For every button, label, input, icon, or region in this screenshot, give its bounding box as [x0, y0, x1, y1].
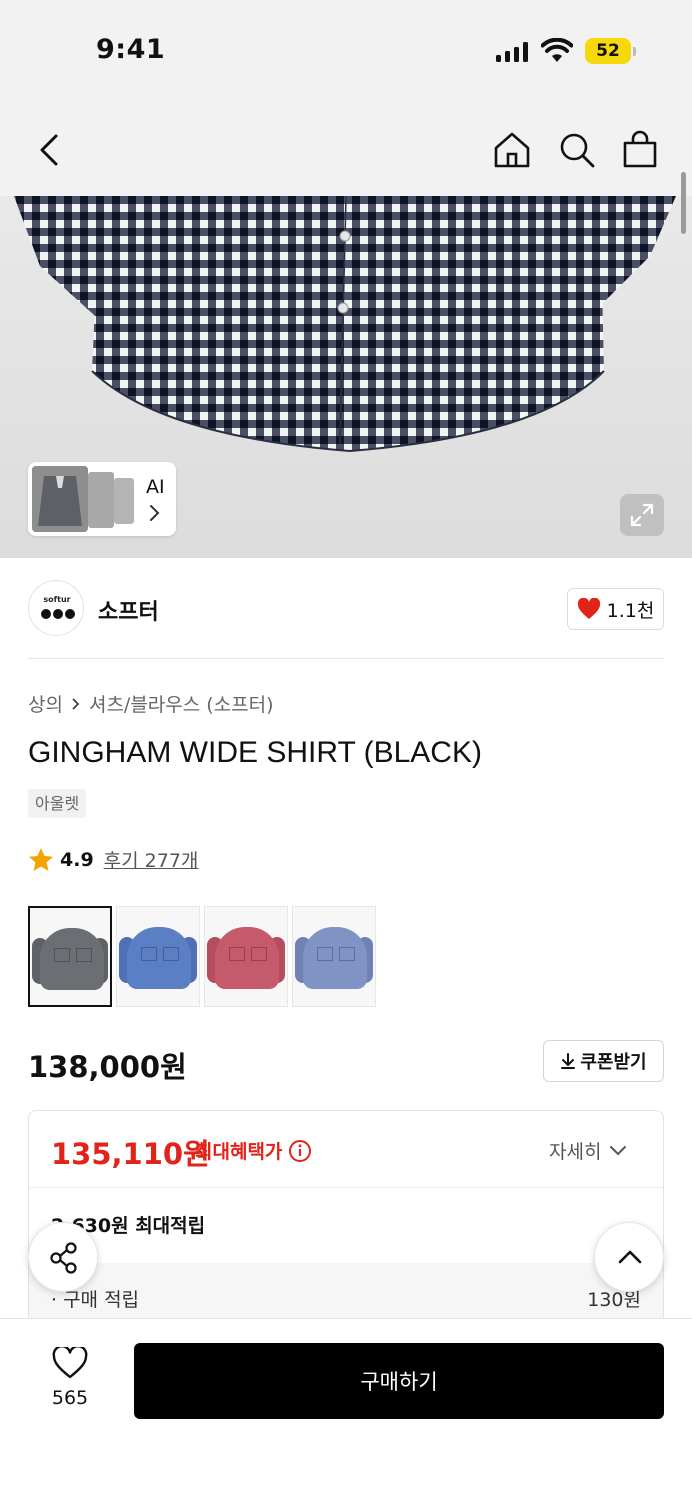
- wishlist-count: 565: [51, 1387, 89, 1409]
- ai-label: AI: [146, 476, 165, 498]
- star-icon: [29, 848, 53, 871]
- rating-score: 4.9: [60, 848, 94, 871]
- ai-styling-preview[interactable]: AI: [28, 462, 176, 536]
- wifi-icon: [541, 38, 573, 62]
- battery-tip: [633, 47, 636, 56]
- brand-name[interactable]: 소프터: [98, 594, 159, 626]
- scrollbar[interactable]: [681, 172, 686, 234]
- color-option-blue[interactable]: [116, 906, 200, 1007]
- color-option-red[interactable]: [204, 906, 288, 1007]
- divider: [28, 658, 664, 659]
- buy-button[interactable]: 구매하기: [134, 1343, 664, 1419]
- product-title: GINGHAM WIDE SHIRT (BLACK): [28, 736, 482, 769]
- share-icon: [50, 1242, 77, 1274]
- max-benefit-box: 135,110원 최대혜택가 자세히 2,630원 최대적립 · 구매 적립 1…: [28, 1110, 664, 1330]
- brand-like-button[interactable]: 1.1천: [567, 588, 664, 630]
- max-benefit-price: 135,110원: [51, 1137, 210, 1171]
- benefit-detail-toggle[interactable]: 자세히: [549, 1137, 627, 1164]
- coupon-button[interactable]: 쿠폰받기: [543, 1040, 664, 1082]
- color-options: [28, 906, 376, 1007]
- back-arrow-icon[interactable]: [34, 130, 66, 170]
- share-button[interactable]: [28, 1222, 98, 1292]
- original-price: 138,000원: [28, 1050, 187, 1084]
- heart-filled-icon: [577, 598, 600, 619]
- shopping-bag-icon[interactable]: [620, 130, 660, 170]
- color-option-navy[interactable]: [292, 906, 376, 1007]
- scroll-to-top-button[interactable]: [594, 1222, 664, 1292]
- outlet-badge: 아울렛: [28, 789, 87, 818]
- breadcrumb-category[interactable]: 상의: [28, 690, 63, 717]
- product-image-gallery[interactable]: AI: [0, 196, 692, 558]
- ai-thumbnail-2: [88, 472, 114, 528]
- chevron-up-icon: [618, 1250, 642, 1264]
- breadcrumb: 상의 셔츠/블라우스 (소프터): [28, 690, 274, 717]
- expand-image-button[interactable]: [620, 494, 664, 536]
- wishlist-button[interactable]: 565: [30, 1345, 110, 1409]
- battery-indicator: 52: [585, 38, 631, 64]
- info-icon[interactable]: [288, 1139, 312, 1163]
- bottom-action-bar: 565 구매하기: [0, 1318, 692, 1500]
- home-icon[interactable]: [492, 130, 532, 170]
- ai-thumbnail-1: [32, 466, 88, 532]
- search-icon[interactable]: [557, 130, 597, 170]
- heart-outline-icon: [52, 1345, 88, 1379]
- chevron-right-icon: [72, 697, 80, 710]
- rating-row: 4.9 후기 277개: [28, 846, 198, 873]
- brand-logo-text: softur: [43, 595, 71, 604]
- max-benefit-label[interactable]: 최대혜택가: [195, 1137, 312, 1164]
- brand-like-count: 1.1천: [606, 599, 655, 622]
- color-option-black[interactable]: [28, 906, 112, 1007]
- status-time: 9:41: [96, 34, 166, 65]
- chevron-down-icon: [610, 1145, 627, 1155]
- cellular-signal-icon: [496, 42, 528, 62]
- brand-logo[interactable]: softur: [28, 580, 84, 636]
- chevron-right-icon: [150, 505, 160, 521]
- top-navigation: [0, 100, 692, 196]
- coupon-label: 쿠폰받기: [580, 1052, 647, 1073]
- breadcrumb-subcategory[interactable]: 셔츠/블라우스 (소프터): [89, 690, 274, 717]
- status-bar: 9:41 52: [0, 0, 692, 100]
- review-count-link[interactable]: 후기 277개: [104, 846, 199, 873]
- download-icon: [561, 1053, 576, 1069]
- expand-icon: [630, 503, 654, 527]
- ai-thumbnail-3: [114, 478, 134, 524]
